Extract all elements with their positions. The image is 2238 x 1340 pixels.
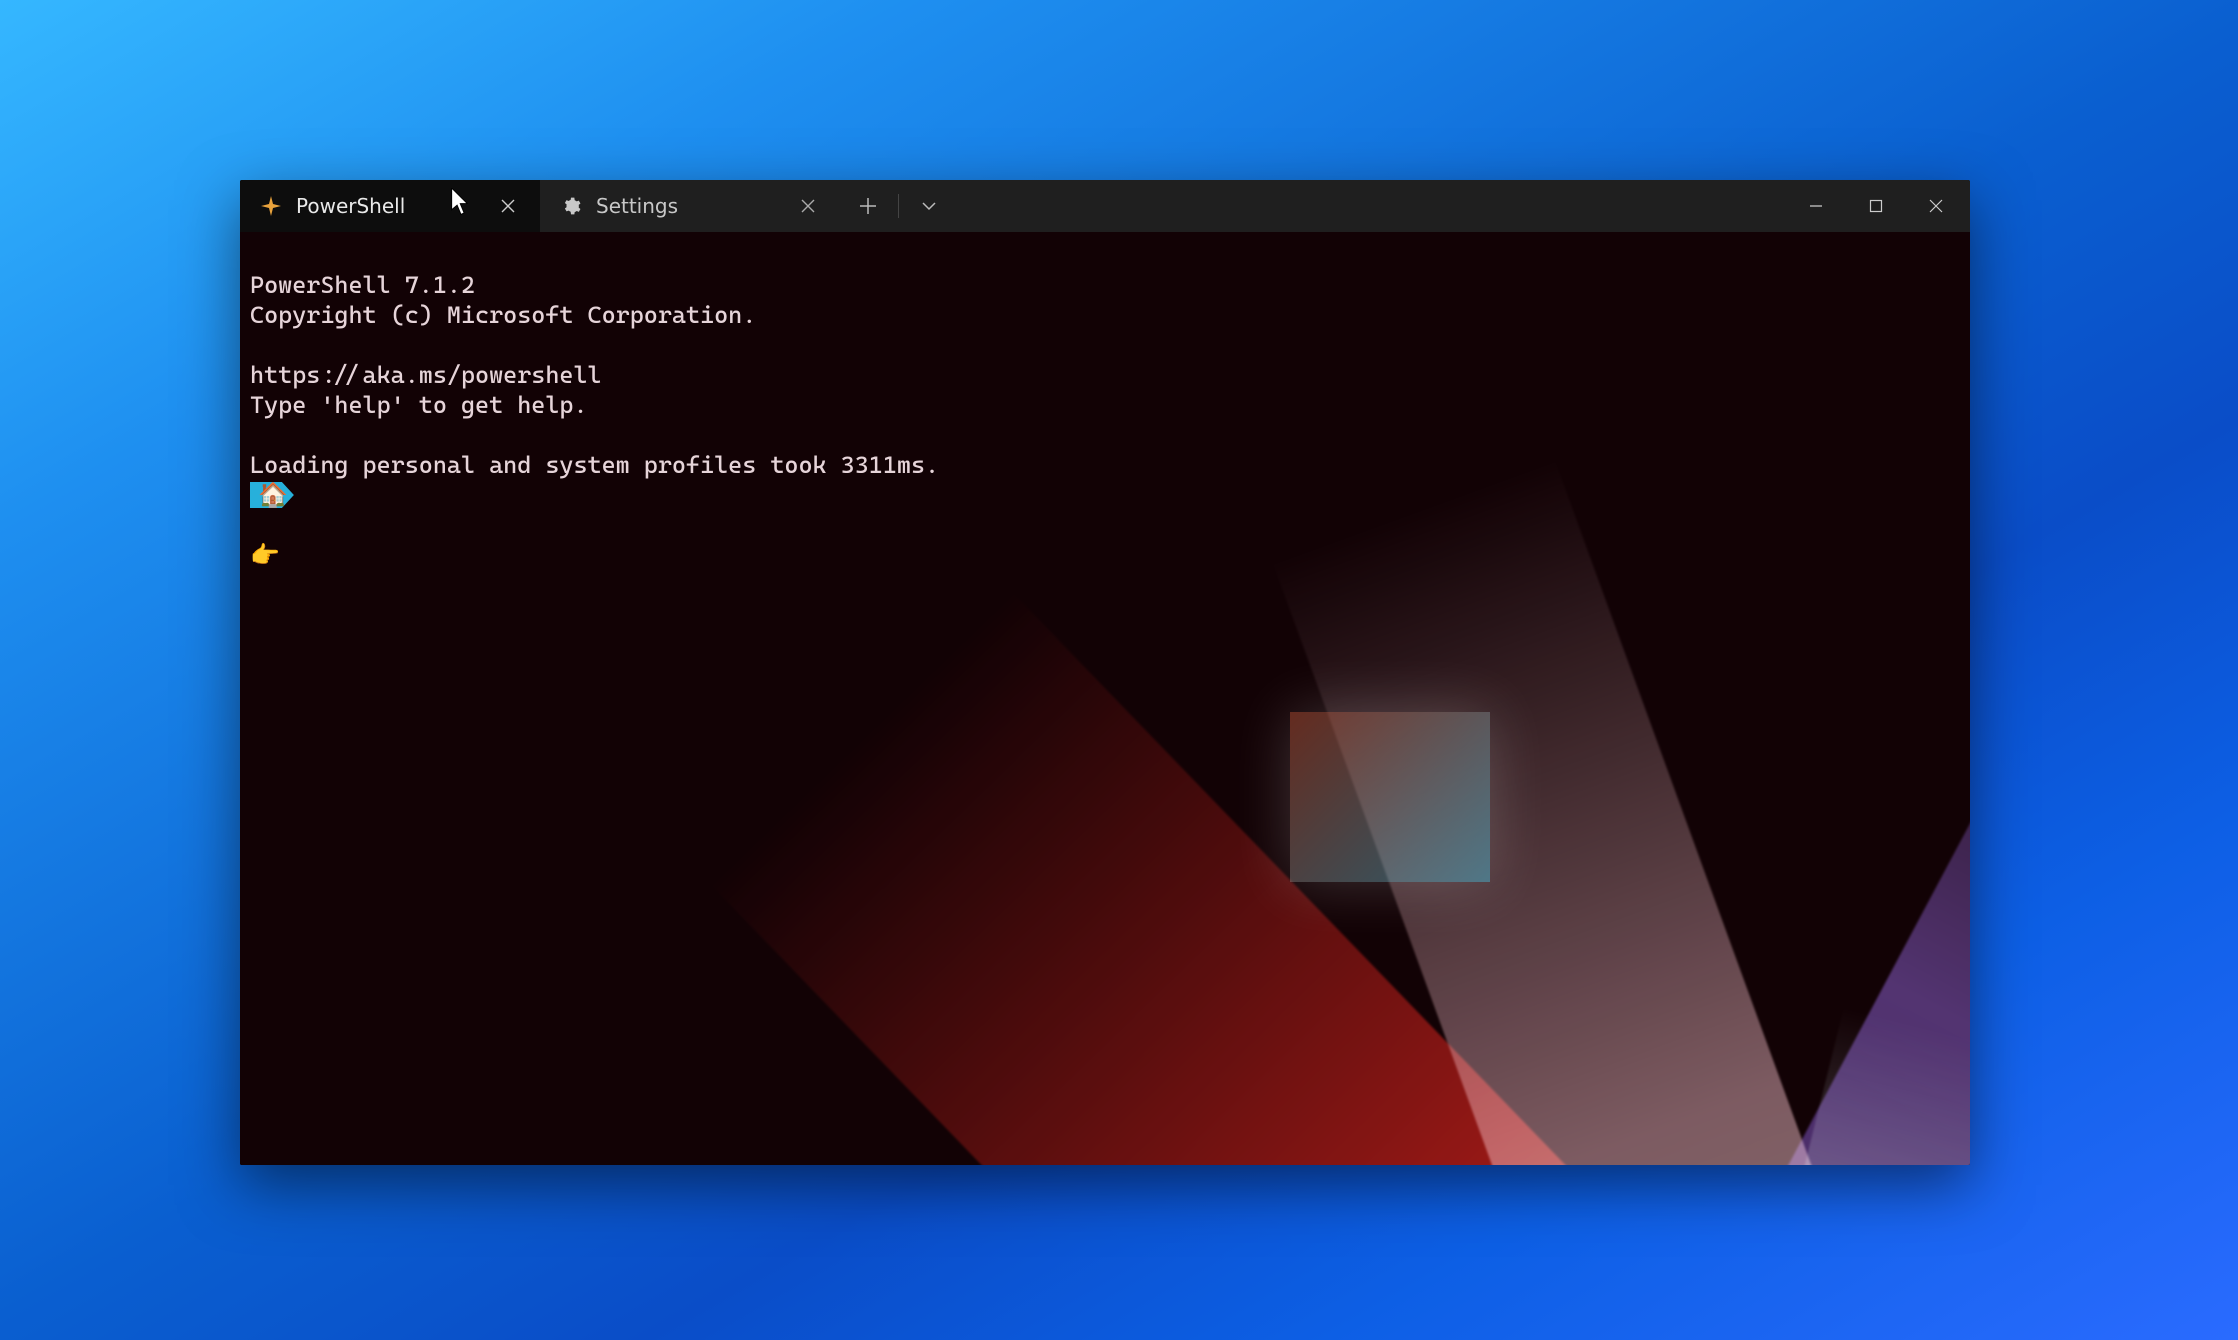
terminal-output: PowerShell 7.1.2 Copyright (c) Microsoft… — [240, 232, 1970, 608]
close-tab-button[interactable] — [796, 194, 820, 218]
titlebar[interactable]: PowerShell Settings — [240, 180, 1970, 232]
pointing-hand-icon: 👉 — [250, 541, 280, 569]
minimize-button[interactable] — [1786, 184, 1846, 228]
powershell-sparkle-icon — [260, 195, 282, 217]
tab-actions — [840, 180, 957, 232]
new-tab-button[interactable] — [846, 184, 890, 228]
maximize-button[interactable] — [1846, 184, 1906, 228]
tab-label: PowerShell — [296, 194, 405, 218]
close-tab-button[interactable] — [496, 194, 520, 218]
desktop-background: PowerShell Settings — [0, 0, 2238, 1340]
separator — [898, 194, 899, 218]
close-window-button[interactable] — [1906, 184, 1966, 228]
titlebar-drag-region[interactable] — [957, 180, 1786, 232]
tab-label: Settings — [596, 194, 678, 218]
tab-dropdown-button[interactable] — [907, 184, 951, 228]
terminal-window: PowerShell Settings — [240, 180, 1970, 1165]
terminal-pane[interactable]: PowerShell 7.1.2 Copyright (c) Microsoft… — [240, 232, 1970, 1165]
tab-settings[interactable]: Settings — [540, 180, 840, 232]
tab-powershell[interactable]: PowerShell — [240, 180, 540, 232]
terminal-line: PowerShell 7.1.2 — [250, 271, 475, 299]
prompt-line: 🏠 — [250, 480, 1960, 510]
window-controls — [1786, 180, 1970, 232]
house-icon: 🏠 — [258, 480, 288, 510]
gear-icon — [560, 195, 582, 217]
terminal-line: https://aka.ms/powershell — [250, 361, 602, 389]
prompt-cursor-line[interactable]: 👉 — [250, 541, 280, 569]
terminal-line: Loading personal and system profiles too… — [250, 451, 939, 479]
terminal-line: Type 'help' to get help. — [250, 391, 588, 419]
mouse-cursor — [450, 188, 472, 216]
terminal-line: Copyright (c) Microsoft Corporation. — [250, 301, 756, 329]
prompt-segment-home: 🏠 — [250, 482, 294, 508]
